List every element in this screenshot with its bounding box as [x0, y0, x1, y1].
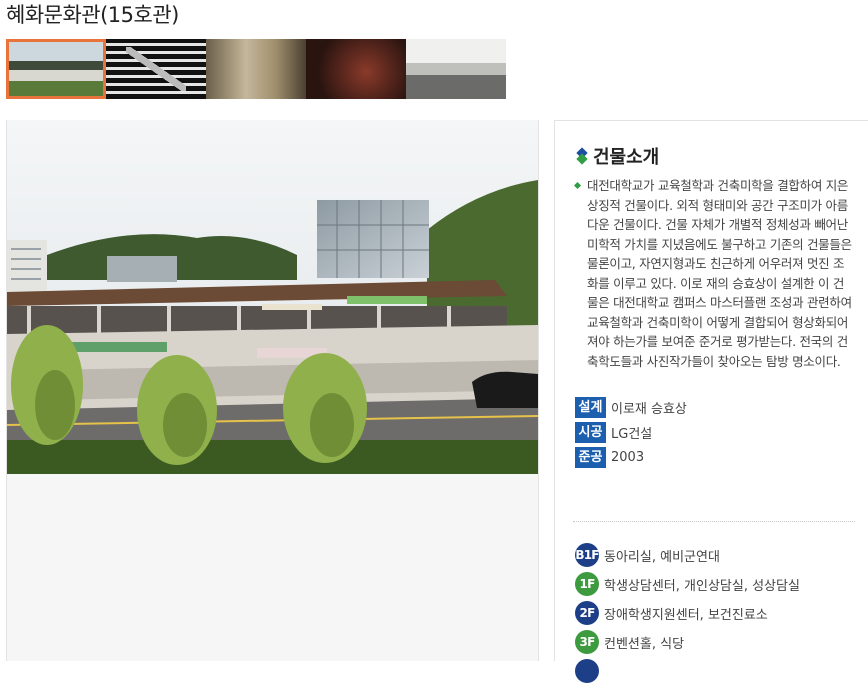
floor-item-3f: 3F 컨벤션홀, 식당: [575, 630, 684, 654]
floor-item-1f: 1F 학생상담센터, 개인상담실, 성상담실: [575, 572, 800, 596]
floor-badge: [575, 659, 599, 683]
spec-label: 설계: [575, 397, 606, 418]
thumbnail-lobby-interior[interactable]: [206, 39, 306, 99]
spec-value: 이로재 승효상: [611, 402, 687, 417]
spec-label: 시공: [575, 422, 606, 443]
floor-badge: B1F: [575, 543, 599, 567]
diamond-icon: [577, 148, 589, 164]
thumbnail-stair-pattern[interactable]: [106, 39, 206, 99]
spec-label: 준공: [575, 447, 606, 468]
floor-rooms: 컨벤션홀, 식당: [604, 636, 685, 652]
photo-panel: [6, 120, 539, 661]
floor-rooms: 학생상담센터, 개인상담실, 성상담실: [604, 578, 800, 594]
divider: [573, 521, 855, 522]
thumbnail-theater-interior[interactable]: [306, 39, 406, 99]
thumbnail-strip: [6, 39, 506, 99]
main-building-photo: [7, 120, 538, 474]
spec-value: LG건설: [611, 427, 653, 442]
spec-designer: 설계 이로재 승효상: [575, 397, 687, 418]
page-title: 혜화문화관(15호관): [6, 3, 179, 27]
floor-item-2f: 2F 장애학생지원센터, 보건진료소: [575, 601, 768, 625]
floor-rooms: 동아리실, 예비군연대: [604, 549, 720, 565]
floor-item-next: [575, 659, 604, 683]
intro-heading: 건물소개: [577, 143, 659, 169]
description-text: 대전대학교가 교육철학과 건축미학을 결합하여 지은 상징적 건물이다. 외적 …: [587, 178, 852, 369]
bullet-icon: [573, 181, 582, 190]
floor-rooms: 장애학생지원센터, 보건진료소: [604, 607, 768, 623]
spec-builder: 시공 LG건설: [575, 422, 652, 443]
floor-badge: 2F: [575, 601, 599, 625]
spec-value: 2003: [611, 450, 645, 465]
thumbnail-building-exterior[interactable]: [6, 39, 106, 99]
floor-badge: 1F: [575, 572, 599, 596]
thumbnail-hall-interior[interactable]: [406, 39, 506, 99]
floor-badge: 3F: [575, 630, 599, 654]
floor-item-b1f: B1F 동아리실, 예비군연대: [575, 543, 720, 567]
spec-completion: 준공 2003: [575, 447, 644, 468]
building-description: 대전대학교가 교육철학과 건축미학을 결합하여 지은 상징적 건물이다. 외적 …: [573, 176, 853, 371]
building-info-panel: 건물소개 대전대학교가 교육철학과 건축미학을 결합하여 지은 상징적 건물이다…: [554, 120, 868, 683]
intro-heading-text: 건물소개: [593, 147, 660, 168]
